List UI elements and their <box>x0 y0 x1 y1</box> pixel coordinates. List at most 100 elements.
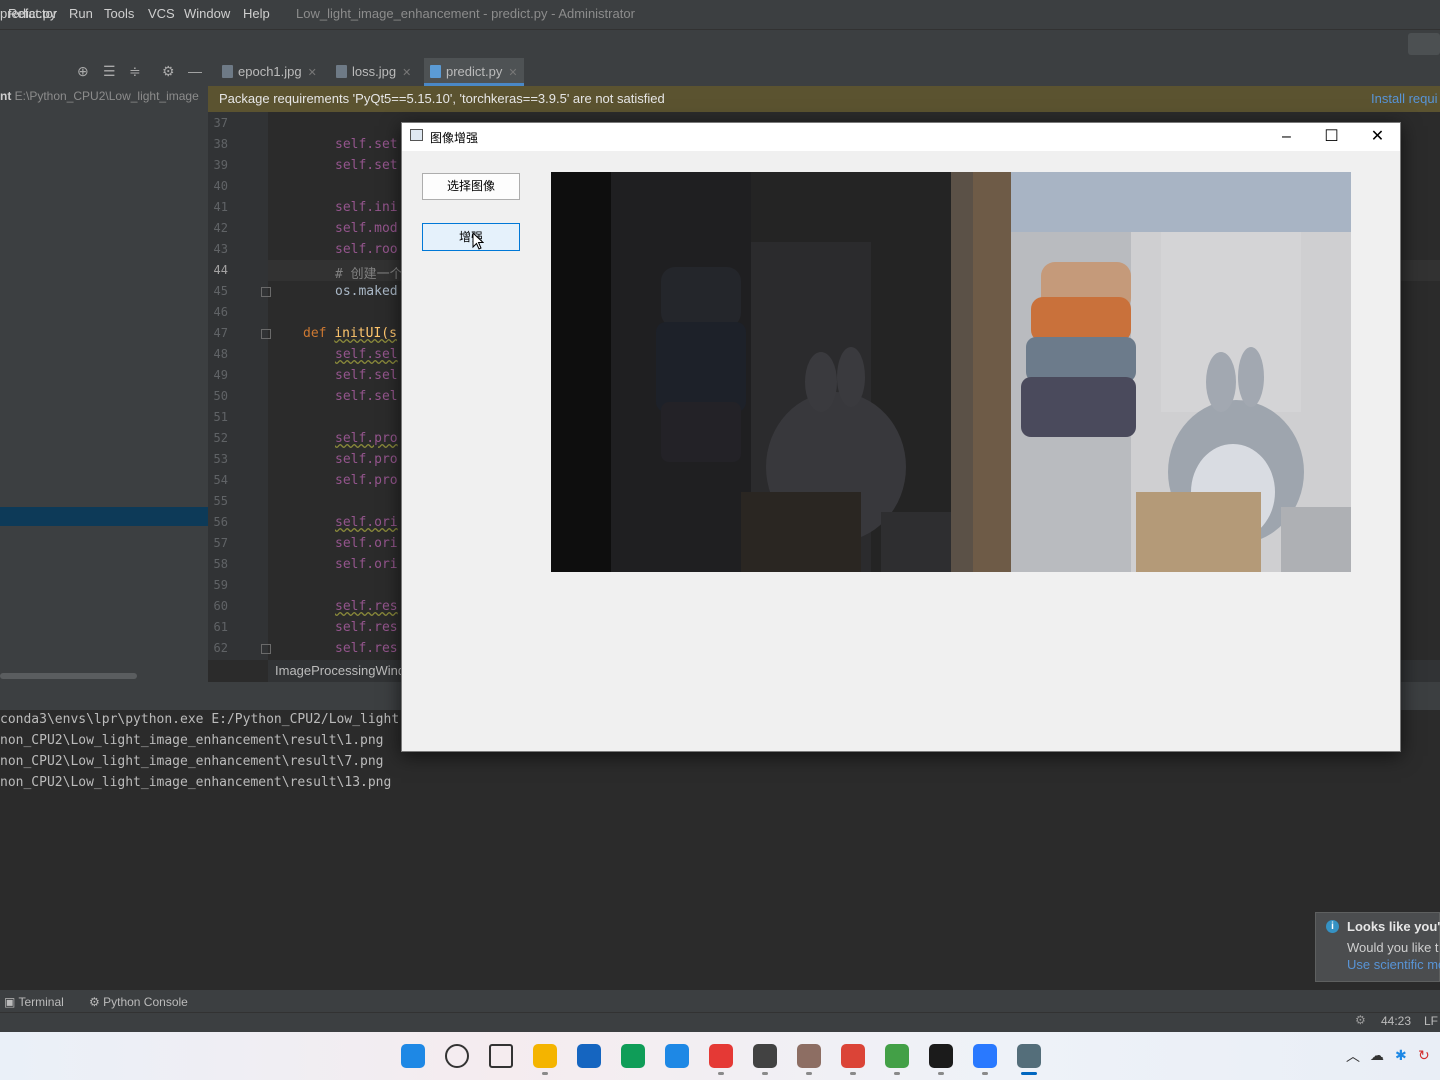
code-line-58: self.ori <box>335 557 398 572</box>
status-bar <box>0 1012 1440 1033</box>
gear-icon[interactable]: ⚙ <box>162 63 175 80</box>
close-icon[interactable]: ✕ <box>508 67 517 79</box>
close-button[interactable]: ✕ <box>1355 123 1400 151</box>
line-number: 59 <box>213 578 228 592</box>
running-indicator <box>938 1072 944 1075</box>
tab-python-console[interactable]: ⚙ Python Console <box>89 995 188 1009</box>
code-token: self.ori <box>335 536 398 551</box>
code-line-48: self.sel <box>335 347 398 362</box>
code-token: self.pro <box>335 452 398 467</box>
code-line-49: self.sel <box>335 368 398 383</box>
notification-body: Would you like t <box>1347 940 1439 955</box>
fold-marker-icon[interactable] <box>261 329 271 339</box>
locate-icon[interactable]: ⊕ <box>77 63 89 80</box>
line-separator[interactable]: LF <box>1424 1014 1438 1028</box>
select-image-button[interactable]: 选择图像 <box>422 173 520 200</box>
tab-epoch1[interactable]: epoch1.jpg ✕ <box>222 58 317 86</box>
line-number: 40 <box>213 179 228 193</box>
wechat-icon[interactable] <box>885 1044 909 1068</box>
tab-label: epoch1.jpg <box>238 64 302 79</box>
media-icon[interactable] <box>753 1044 777 1068</box>
running-indicator <box>542 1072 548 1075</box>
menu-vcs[interactable]: VCS <box>148 6 175 21</box>
code-keyword: def <box>303 326 327 341</box>
qt-window-title: 图像增强 <box>430 131 479 145</box>
breadcrumb-class[interactable]: ImageProcessingWind <box>275 663 405 678</box>
line-number: 62 <box>213 641 228 655</box>
file-explorer-icon[interactable] <box>533 1044 557 1068</box>
code-line-52: self.pro <box>335 431 398 446</box>
line-number: 56 <box>213 515 228 529</box>
tab-loss[interactable]: loss.jpg ✕ <box>336 58 411 86</box>
line-number: 50 <box>213 389 228 403</box>
task-view-icon[interactable] <box>489 1044 513 1068</box>
active-window-icon[interactable] <box>1017 1044 1041 1068</box>
windows-start-icon[interactable] <box>401 1044 425 1068</box>
code-line-42: self.mod <box>335 221 398 236</box>
line-number: 55 <box>213 494 228 508</box>
hide-icon[interactable]: — <box>188 63 202 79</box>
chrome-icon[interactable] <box>841 1044 865 1068</box>
menu-window[interactable]: Window <box>184 6 230 21</box>
code-token: self.roo <box>335 242 398 257</box>
menu-help[interactable]: Help <box>243 6 270 21</box>
game-icon[interactable] <box>797 1044 821 1068</box>
menu-bar: Refactor Run Tools VCS Window Help <box>0 0 1440 29</box>
lock-icon[interactable]: ⚙ <box>1355 1013 1366 1027</box>
code-token: self.pro <box>335 473 398 488</box>
close-icon[interactable]: ✕ <box>402 67 411 79</box>
tab-terminal[interactable]: ▣ Terminal <box>4 995 64 1009</box>
line-number: 44 <box>213 263 228 277</box>
tab-label: predict.py <box>446 64 503 79</box>
caret-position[interactable]: 44:23 <box>1381 1014 1411 1028</box>
minimize-button[interactable]: – <box>1264 123 1309 151</box>
collapse-all-icon[interactable]: ≑ <box>129 63 141 80</box>
onedrive-icon[interactable]: ☁ <box>1370 1047 1384 1064</box>
running-indicator <box>806 1072 812 1075</box>
line-number: 46 <box>213 305 228 319</box>
line-number: 48 <box>213 347 228 361</box>
close-icon[interactable]: ✕ <box>308 67 317 79</box>
edge-icon[interactable] <box>621 1044 645 1068</box>
code-token: self.sel <box>335 368 398 383</box>
store-icon[interactable] <box>577 1044 601 1068</box>
maximize-button[interactable]: ☐ <box>1309 123 1354 151</box>
expand-all-icon[interactable]: ☰ <box>103 63 116 80</box>
search-icon[interactable] <box>445 1044 469 1068</box>
code-line-41: self.ini <box>335 200 398 215</box>
code-line-62: self.res <box>335 641 398 656</box>
fold-marker-icon[interactable] <box>261 287 271 297</box>
app-icon[interactable] <box>665 1044 689 1068</box>
line-number: 41 <box>213 200 228 214</box>
enhance-button[interactable]: 增强 <box>422 223 520 251</box>
line-number: 49 <box>213 368 228 382</box>
netease-music-icon[interactable] <box>709 1044 733 1068</box>
project-panel <box>0 58 208 682</box>
line-number: 57 <box>213 536 228 550</box>
code-token: self.res <box>335 599 398 614</box>
tray-sync-icon[interactable]: ↻ <box>1418 1047 1430 1064</box>
run-config-button[interactable] <box>1408 33 1440 55</box>
menu-tools[interactable]: Tools <box>104 6 134 21</box>
run-console[interactable] <box>0 710 1440 990</box>
enhanced-image <box>951 172 1351 572</box>
scientific-mode-link[interactable]: Use scientific mo <box>1347 957 1440 972</box>
project-scrollbar[interactable] <box>0 673 137 679</box>
chevron-up-icon[interactable]: ︿ <box>1346 1046 1360 1066</box>
tab-predict[interactable]: predict.py ✕ <box>424 58 524 86</box>
code-line-47: def initUI(s <box>303 326 397 341</box>
project-selected-row[interactable] <box>0 507 208 526</box>
pycharm-icon[interactable] <box>929 1044 953 1068</box>
install-requirements-link[interactable]: Install requi <box>1371 91 1437 106</box>
tray-app-icon[interactable]: ✱ <box>1395 1047 1407 1064</box>
line-number: 54 <box>213 473 228 487</box>
menu-run[interactable]: Run <box>69 6 93 21</box>
qt-title-bar[interactable] <box>402 123 1400 151</box>
line-number: 43 <box>213 242 228 256</box>
code-token: self.set <box>335 137 398 152</box>
baidu-netdisk-icon[interactable] <box>973 1044 997 1068</box>
project-root-node[interactable]: nt E:\Python_CPU2\Low_light_image <box>0 89 199 103</box>
fold-marker-icon[interactable] <box>261 644 271 654</box>
nav-file-breadcrumb[interactable]: predict.py <box>0 6 56 21</box>
code-function-name: initUI(s <box>334 326 397 341</box>
